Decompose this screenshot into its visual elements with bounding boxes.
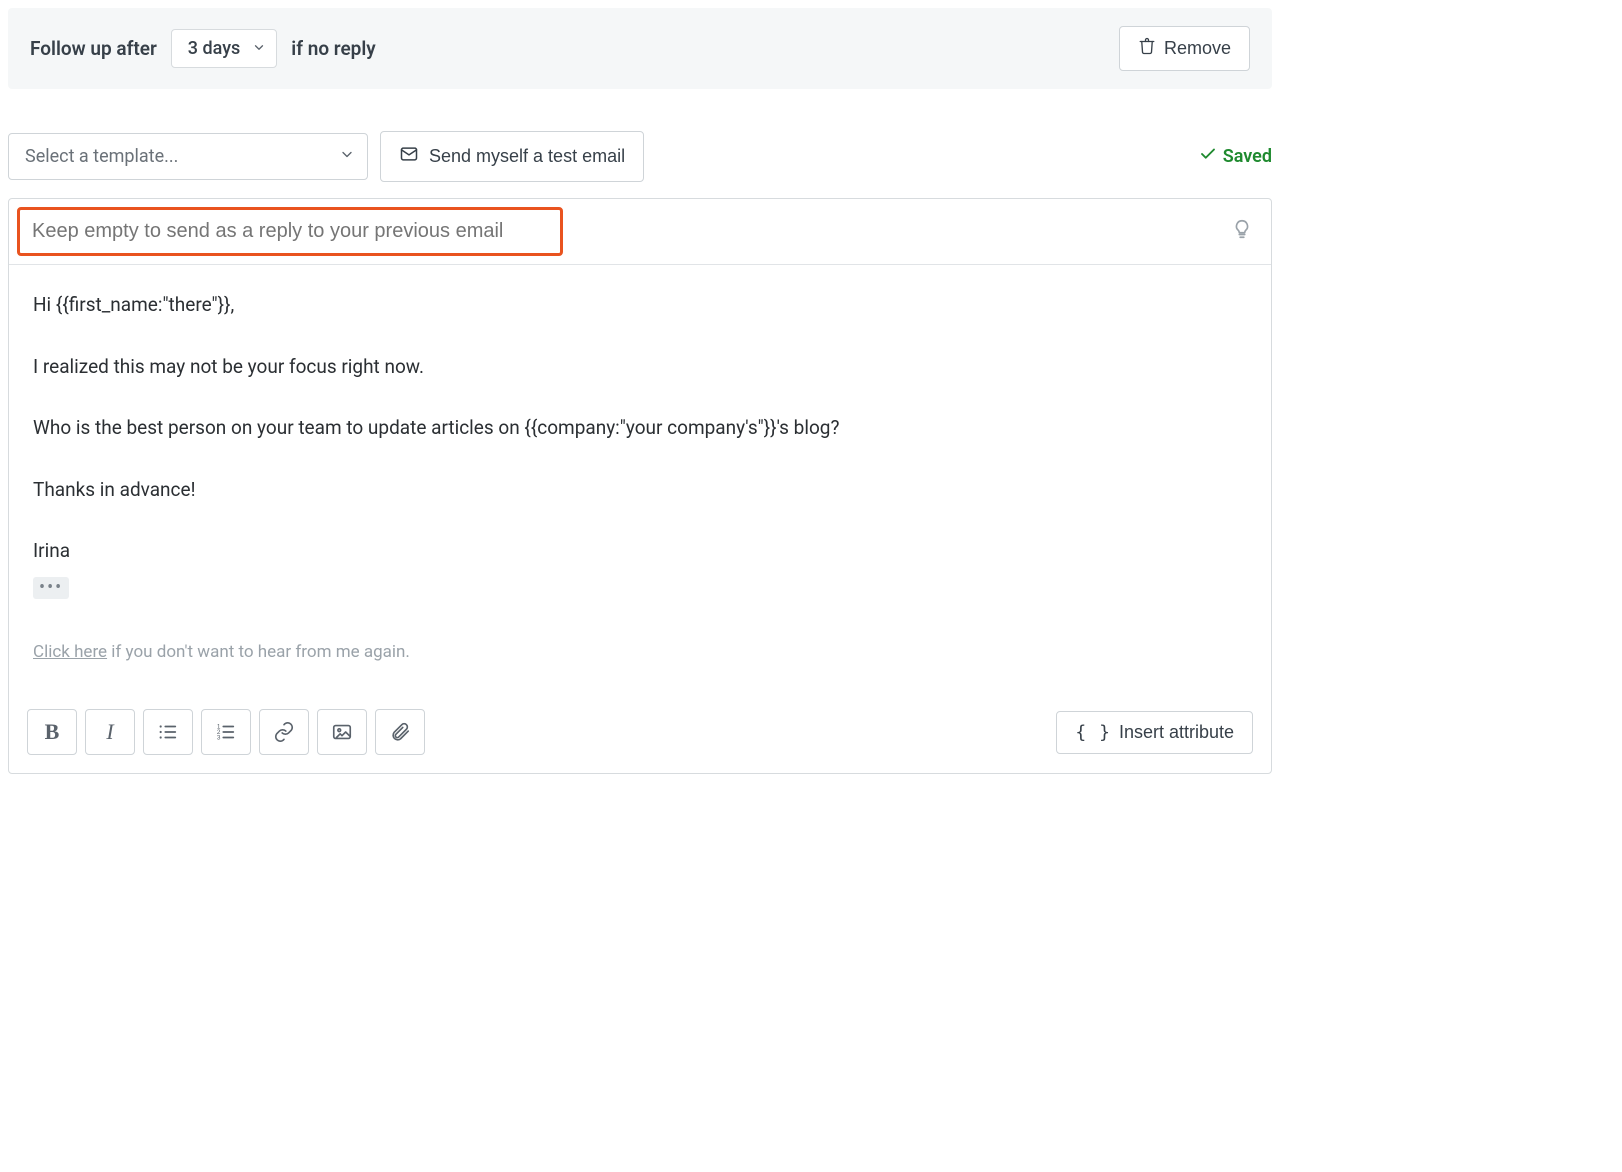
email-body[interactable]: Hi {{first_name:"there"}}, I realized th… (9, 265, 1271, 695)
ellipsis-icon[interactable]: ••• (33, 577, 69, 599)
send-test-email-label: Send myself a test email (429, 146, 625, 167)
unordered-list-button[interactable] (143, 709, 193, 755)
trash-icon (1138, 37, 1156, 60)
body-line: Thanks in advance! (33, 476, 1247, 504)
svg-text:3: 3 (217, 734, 221, 741)
body-signature: Irina (33, 537, 1247, 565)
saved-label: Saved (1223, 146, 1272, 167)
chevron-down-icon (339, 146, 355, 167)
followup-delay-select[interactable]: 3 days (171, 29, 278, 68)
send-test-email-button[interactable]: Send myself a test email (380, 131, 644, 182)
attachment-button[interactable] (375, 709, 425, 755)
followup-header: Follow up after 3 days if no reply Remov… (8, 8, 1272, 89)
check-icon (1199, 145, 1217, 168)
remove-button-label: Remove (1164, 38, 1231, 59)
ordered-list-button[interactable]: 123 (201, 709, 251, 755)
body-line: Hi {{first_name:"there"}}, (33, 291, 1247, 319)
chevron-down-icon (252, 38, 266, 59)
italic-button[interactable]: I (85, 709, 135, 755)
insert-attribute-button[interactable]: { } Insert attribute (1056, 711, 1253, 754)
subject-highlight (17, 207, 563, 256)
link-button[interactable] (259, 709, 309, 755)
image-button[interactable] (317, 709, 367, 755)
lightbulb-icon[interactable] (1227, 214, 1257, 249)
unsubscribe-text: if you don't want to hear from me again. (107, 642, 410, 662)
body-line: I realized this may not be your focus ri… (33, 353, 1247, 381)
braces-icon: { } (1075, 722, 1111, 743)
followup-delay-value: 3 days (188, 38, 241, 59)
email-editor: Hi {{first_name:"there"}}, I realized th… (8, 198, 1272, 774)
followup-timing: Follow up after 3 days if no reply (30, 29, 376, 68)
body-line: Who is the best person on your team to u… (33, 414, 1247, 442)
saved-status: Saved (1199, 145, 1272, 168)
unsubscribe-link[interactable]: Click here (33, 642, 107, 662)
followup-suffix: if no reply (291, 37, 375, 60)
subject-input[interactable] (20, 210, 560, 253)
insert-attribute-label: Insert attribute (1119, 722, 1234, 743)
unsubscribe-line: Click here if you don't want to hear fro… (33, 640, 1247, 665)
subject-row (9, 199, 1271, 265)
template-select[interactable]: Select a template... (8, 133, 368, 180)
template-placeholder: Select a template... (25, 146, 178, 167)
bold-button[interactable]: B (27, 709, 77, 755)
controls-row: Select a template... Send myself a test … (8, 131, 1272, 182)
followup-prefix: Follow up after (30, 37, 157, 60)
editor-toolbar: B I 123 { } Insert attribute (9, 695, 1271, 773)
envelope-icon (399, 144, 419, 169)
remove-button[interactable]: Remove (1119, 26, 1250, 71)
